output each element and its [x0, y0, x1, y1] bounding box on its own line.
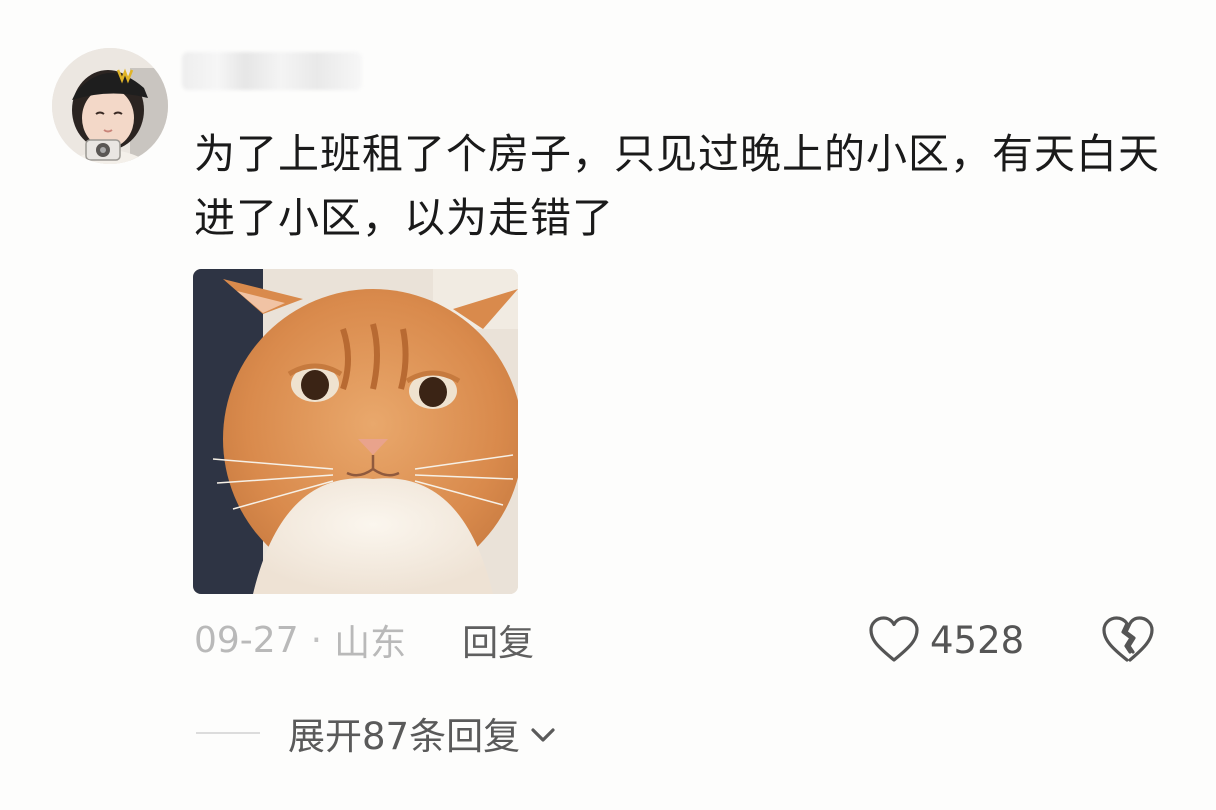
user-avatar[interactable]: [52, 48, 168, 164]
like-count: 4528: [930, 618, 1025, 662]
username-blurred[interactable]: [182, 52, 362, 90]
attached-cat-image[interactable]: [193, 269, 518, 594]
expand-replies-button[interactable]: 展开87条回复: [288, 706, 558, 760]
reply-button[interactable]: 回复: [462, 614, 534, 666]
dislike-button[interactable]: [1100, 612, 1156, 668]
comment-date: 09-27: [194, 619, 299, 661]
heart-outline-icon: [869, 616, 919, 662]
expand-replies-row: 展开87条回复: [196, 708, 558, 758]
comment-text: 为了上班租了个房子，只见过晚上的小区，有天白天进了小区，以为走错了: [194, 130, 1160, 242]
like-button[interactable]: 4528: [868, 612, 1024, 668]
expand-replies-label: 展开87条回复: [288, 715, 521, 758]
comment-item: 为了上班租了个房子，只见过晚上的小区，有天白天进了小区，以为走错了 09-27 …: [0, 0, 1216, 810]
avatar-image: [52, 48, 168, 164]
orange-cat-photo: [193, 269, 518, 594]
comment-meta: 09-27 · 山东 回复: [194, 614, 534, 666]
broken-heart-icon: [1102, 616, 1154, 662]
chevron-down-icon: [531, 728, 555, 742]
comment-location: 山东: [334, 623, 407, 664]
meta-separator: ·: [310, 619, 323, 661]
expand-divider: [196, 732, 260, 734]
